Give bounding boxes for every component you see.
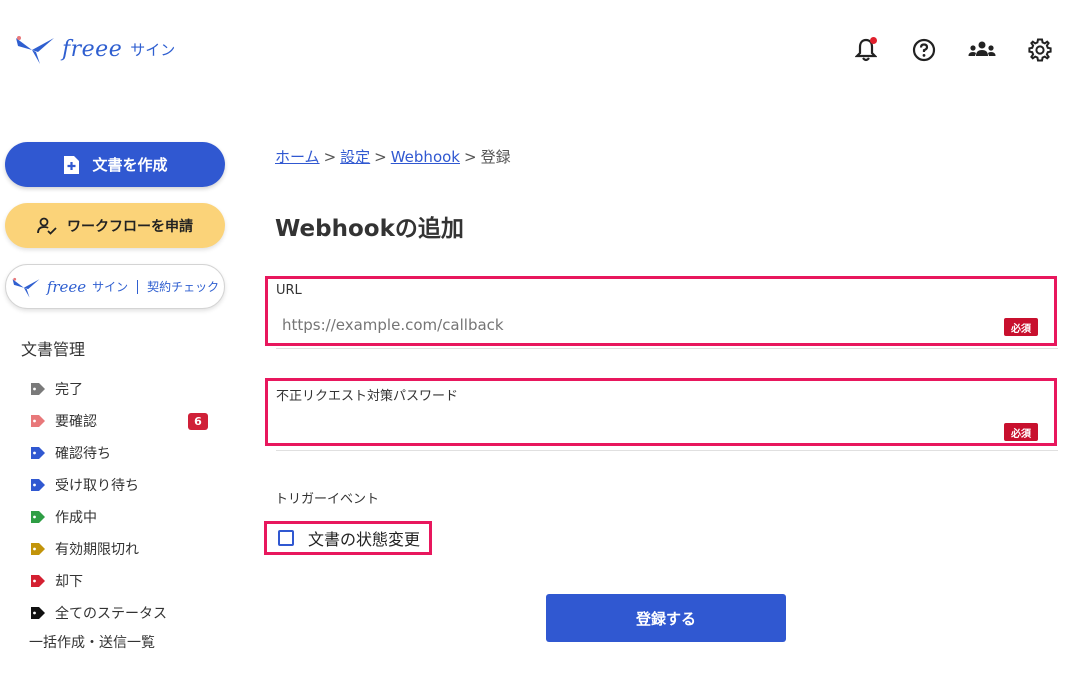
tag-icon bbox=[31, 447, 45, 459]
status-change-option[interactable]: 文書の状態変更 bbox=[264, 521, 432, 555]
status-nav: 完了要確認 6 確認待ち受け取り待ち 作成中有効期限切れ 却下全てのステータス bbox=[30, 373, 215, 629]
breadcrumb-settings[interactable]: 設定 bbox=[340, 148, 370, 166]
help-icon bbox=[912, 38, 936, 62]
user-check-icon bbox=[37, 217, 57, 235]
register-button[interactable]: 登録する bbox=[546, 594, 786, 642]
tag-icon bbox=[31, 479, 45, 491]
bulk-send-list-link[interactable]: 一括作成・送信一覧 bbox=[29, 632, 155, 652]
breadcrumb-webhook[interactable]: Webhook bbox=[391, 148, 460, 166]
breadcrumb-current: 登録 bbox=[480, 148, 511, 166]
tag-icon bbox=[31, 543, 45, 555]
settings-button[interactable] bbox=[1026, 36, 1054, 64]
sidebar-item-label: 全てのステータス bbox=[55, 606, 167, 622]
swallow-logo-icon bbox=[12, 277, 40, 298]
breadcrumb-separator: > bbox=[464, 148, 477, 166]
help-button[interactable] bbox=[910, 36, 938, 64]
sidebar-item-label: 作成中 bbox=[55, 510, 97, 526]
contract-check-label: 契約チェック bbox=[147, 280, 220, 294]
document-add-icon bbox=[64, 155, 80, 174]
request-workflow-label: ワークフローを申請 bbox=[67, 218, 193, 235]
document-management-heading: 文書管理 bbox=[21, 340, 86, 359]
request-workflow-button[interactable]: ワークフローを申請 bbox=[5, 203, 225, 248]
page-title: Webhookの追加 bbox=[275, 216, 464, 242]
sidebar-item[interactable]: 作成中 bbox=[30, 501, 215, 533]
sidebar-item-label: 受け取り待ち bbox=[55, 478, 139, 494]
url-field-underline bbox=[276, 348, 1058, 349]
sidebar-item[interactable]: 有効期限切れ bbox=[30, 533, 215, 565]
breadcrumb: ホーム > 設定 > Webhook > 登録 bbox=[275, 146, 511, 167]
contract-check-button[interactable]: freee サイン 契約チェック bbox=[5, 264, 225, 309]
tag-icon bbox=[31, 415, 45, 427]
sidebar-item-label: 確認待ち bbox=[55, 446, 111, 462]
sidebar-item[interactable]: 全てのステータス bbox=[30, 597, 215, 629]
gear-icon bbox=[1028, 38, 1052, 62]
url-label: URL bbox=[276, 283, 302, 298]
sidebar-item[interactable]: 受け取り待ち bbox=[30, 469, 215, 501]
create-document-button[interactable]: 文書を作成 bbox=[5, 142, 225, 187]
breadcrumb-separator: > bbox=[323, 148, 337, 166]
sidebar-item[interactable]: 確認待ち bbox=[30, 437, 215, 469]
status-change-label: 文書の状態変更 bbox=[308, 530, 421, 549]
tag-icon bbox=[31, 511, 45, 523]
tag-icon bbox=[31, 607, 45, 619]
logo-sign: サイン bbox=[130, 40, 176, 59]
status-change-checkbox[interactable] bbox=[278, 530, 294, 546]
sidebar-item[interactable]: 要確認 6 bbox=[30, 405, 215, 437]
password-field-group: 不正リクエスト対策パスワード 必須 bbox=[265, 378, 1057, 446]
team-button[interactable] bbox=[968, 36, 996, 64]
sidebar-item[interactable]: 完了 bbox=[30, 373, 215, 405]
create-document-label: 文書を作成 bbox=[92, 156, 168, 174]
count-badge: 6 bbox=[188, 413, 208, 430]
contract-check-sign: サイン bbox=[92, 280, 129, 294]
logo-word: freee bbox=[62, 36, 123, 62]
freee-sign-logo[interactable]: freee サイン bbox=[14, 32, 175, 66]
divider bbox=[137, 279, 139, 294]
breadcrumb-home[interactable]: ホーム bbox=[275, 148, 320, 166]
header-actions bbox=[852, 36, 1054, 64]
url-input[interactable] bbox=[282, 316, 982, 334]
team-icon bbox=[968, 41, 996, 56]
sidebar-item-label: 完了 bbox=[55, 382, 83, 398]
swallow-logo-icon bbox=[16, 36, 54, 64]
sidebar-item-label: 要確認 bbox=[55, 414, 97, 430]
trigger-event-label: トリガーイベント bbox=[275, 492, 380, 507]
sidebar-item[interactable]: 却下 bbox=[30, 565, 215, 597]
contract-check-word: freee bbox=[46, 277, 87, 296]
notification-dot bbox=[870, 37, 877, 44]
tag-icon bbox=[31, 575, 45, 587]
password-input[interactable] bbox=[282, 418, 982, 436]
notification-button[interactable] bbox=[852, 36, 880, 64]
sidebar-item-label: 却下 bbox=[55, 574, 83, 590]
url-field-group: URL 必須 bbox=[265, 276, 1057, 346]
required-badge: 必須 bbox=[1004, 423, 1038, 441]
tag-icon bbox=[31, 383, 45, 395]
password-field-underline bbox=[276, 450, 1058, 451]
required-badge: 必須 bbox=[1004, 318, 1038, 336]
sidebar-item-label: 有効期限切れ bbox=[55, 542, 139, 558]
breadcrumb-separator: > bbox=[374, 148, 387, 166]
password-label: 不正リクエスト対策パスワード bbox=[276, 389, 459, 404]
